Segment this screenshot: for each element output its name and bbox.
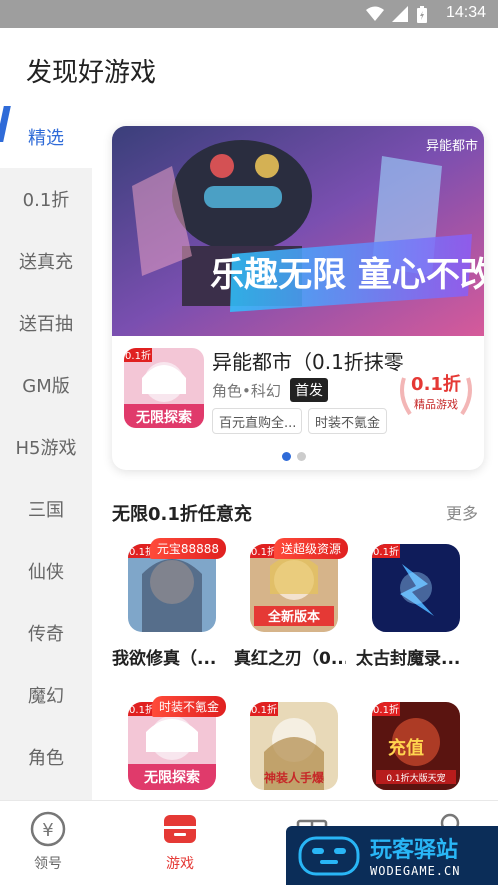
featured-banner-card[interactable]: 乐趣无限 童心不改 异能都市 无限探索 0.1折 异能都市（0.1折抹零 角色•… (112, 126, 484, 470)
game-icon[interactable]: 充值 0.1折大版天宠 0.1折 (372, 702, 460, 790)
watermark-url: WODEGAME.CN (370, 864, 461, 878)
sidebar-item-label: 送真充 (19, 252, 73, 273)
first-release-badge: 首发 (290, 378, 328, 402)
svg-text:无限探索: 无限探索 (143, 769, 200, 786)
sidebar-item-rpg[interactable]: 角色 (0, 726, 92, 788)
game-icon[interactable]: 0.1折 (372, 544, 460, 632)
robot-logo-icon (298, 836, 360, 876)
category-sidebar: 精选 0.1折 送真充 送百抽 GM版 H5游戏 三国 仙侠 传奇 魔幻 角色 (0, 106, 92, 800)
sidebar-item-0.1-discount[interactable]: 0.1折 (0, 168, 92, 230)
svg-text:无限探索: 无限探索 (135, 409, 192, 426)
sidebar-item-label: 仙侠 (28, 562, 64, 583)
banner-artwork-slogan: 乐趣无限 童心不改 (210, 255, 484, 295)
sidebar-item-label: H5游戏 (15, 438, 77, 459)
sidebar-item-legend[interactable]: 传奇 (0, 602, 92, 664)
sidebar-item-label: 送百抽 (19, 314, 73, 335)
svg-text:0.1折: 0.1折 (373, 545, 399, 558)
sidebar-item-label: GM版 (22, 376, 70, 397)
status-time: 14:34 (445, 4, 486, 21)
sidebar-item-fantasy[interactable]: 魔幻 (0, 664, 92, 726)
banner-game-icon[interactable]: 无限探索 0.1折 (124, 348, 204, 428)
svg-text:0.1折大版天宠: 0.1折大版天宠 (386, 772, 445, 784)
banner-tag: 时装不氪金 (308, 408, 388, 434)
watermark-title: 玩客驿站 (370, 838, 459, 863)
carousel-indicator (282, 452, 306, 461)
game-icon[interactable]: 神装人手爆 0.1折 (250, 702, 338, 790)
section-title: 无限0.1折任意充 (112, 504, 252, 525)
svg-text:全新版本: 全新版本 (267, 609, 320, 625)
sidebar-item-xianxia[interactable]: 仙侠 (0, 540, 92, 602)
sidebar-item-label: 角色 (28, 748, 64, 769)
signal-icon (392, 6, 408, 22)
sidebar-item-label: 魔幻 (28, 686, 64, 707)
carousel-dot[interactable] (297, 452, 306, 461)
svg-text:0.1折: 0.1折 (125, 349, 151, 362)
page-title: 发现好游戏 (26, 58, 157, 88)
sidebar-item-label: 0.1折 (22, 190, 70, 211)
game-badge: 元宝88888 (149, 538, 226, 559)
quality-seal: 0.1折 精品游戏 (396, 366, 476, 426)
sidebar-item-hundred-draws[interactable]: 送百抽 (0, 292, 92, 354)
svg-text:充值: 充值 (388, 737, 424, 759)
status-bar: 14:34 (0, 0, 498, 28)
tab-label: 游戏 (166, 856, 194, 872)
sidebar-item-h5[interactable]: H5游戏 (0, 416, 92, 478)
game-name: 我欲修真（... (112, 649, 217, 669)
game-store-icon (164, 815, 196, 843)
main-content: 乐趣无限 童心不改 异能都市 无限探索 0.1折 异能都市（0.1折抹零 角色•… (92, 106, 498, 800)
sidebar-item-label: 三国 (28, 500, 64, 521)
sidebar-item-label: 传奇 (28, 624, 64, 645)
gift-coin-icon: ¥ (30, 811, 66, 847)
more-link[interactable]: 更多 (446, 500, 478, 524)
svg-text:0.1折: 0.1折 (251, 703, 277, 716)
tab-games[interactable]: 游戏 (140, 809, 220, 873)
seal-discount: 0.1折 (411, 374, 461, 395)
wifi-icon (366, 6, 384, 21)
game-badge: 时装不氪金 (151, 696, 226, 717)
game-name: 太古封魔录... (356, 649, 461, 669)
active-indicator (0, 106, 11, 142)
game-badge: 送超级资源 (273, 538, 348, 559)
battery-icon (417, 6, 427, 23)
site-watermark: 玩客驿站 WODEGAME.CN (286, 826, 498, 885)
svg-text:0.1折: 0.1折 (373, 703, 399, 716)
sidebar-item-featured[interactable]: 精选 (0, 106, 92, 168)
game-name: 真红之刃（0... (234, 649, 346, 669)
tab-claim-account[interactable]: ¥ 领号 (8, 809, 88, 873)
banner-game-genre: 角色•科幻 (212, 382, 281, 400)
carousel-dot-active[interactable] (282, 452, 291, 461)
tab-label: 领号 (34, 856, 62, 872)
svg-text:神装人手爆: 神装人手爆 (264, 770, 325, 785)
seal-label: 精品游戏 (414, 398, 458, 411)
banner-tag: 百元直购全... (212, 408, 302, 434)
sidebar-item-label: 精选 (28, 128, 64, 149)
banner-artwork[interactable]: 乐趣无限 童心不改 异能都市 (112, 126, 484, 336)
sidebar-item-real-recharge[interactable]: 送真充 (0, 230, 92, 292)
svg-text:异能都市: 异能都市 (426, 138, 478, 154)
sidebar-item-three-kingdoms[interactable]: 三国 (0, 478, 92, 540)
svg-text:¥: ¥ (42, 820, 53, 841)
status-icons (366, 6, 428, 24)
sidebar-item-gm[interactable]: GM版 (0, 354, 92, 416)
